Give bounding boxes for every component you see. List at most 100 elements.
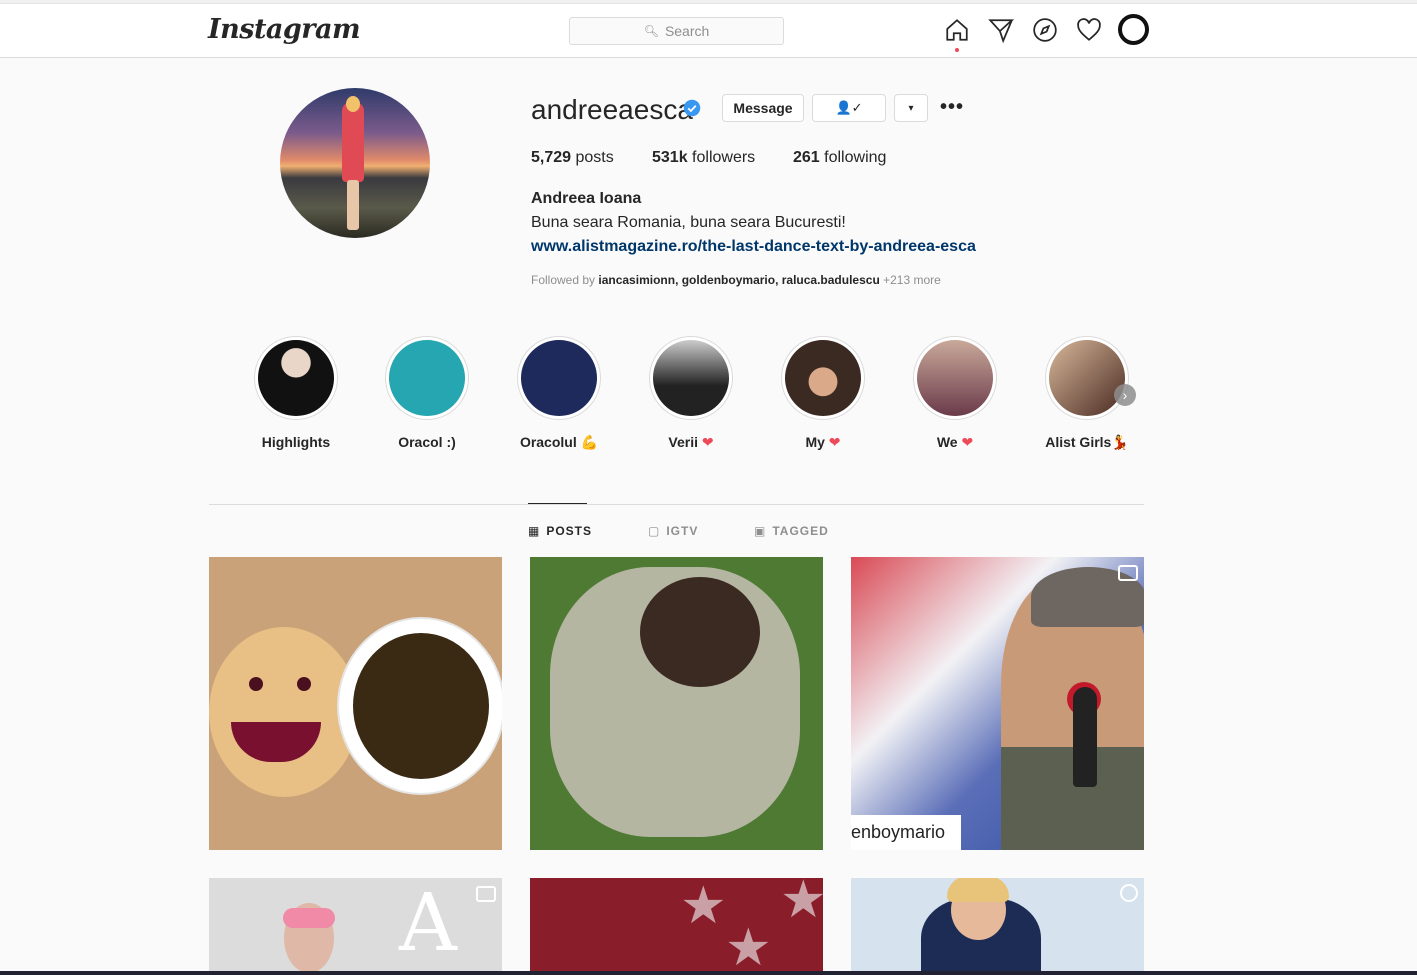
tab-posts[interactable]: ▦ POSTS: [528, 524, 592, 538]
profile-picture-figure: [342, 102, 364, 182]
post-hair-shape: [947, 878, 1009, 902]
profile-bio: Buna seara Romania, buna seara Bucuresti…: [531, 214, 846, 231]
stat-value: 261: [793, 149, 820, 166]
tab-igtv[interactable]: ▢ IGTV: [648, 524, 698, 538]
star-decoration-icon: ★: [780, 878, 823, 929]
stat-value: 531k: [652, 149, 688, 166]
highlight-label-text: Highlights: [261, 434, 331, 450]
star-decoration-icon: ★: [725, 919, 772, 975]
highlight-label-text: My: [805, 434, 825, 450]
highlight-ring: [781, 336, 865, 420]
dancer-emoji: 💃: [1111, 434, 1129, 450]
highlight-ring: [517, 336, 601, 420]
stat-posts: 5,729 posts: [531, 149, 614, 167]
message-button[interactable]: Message: [722, 94, 804, 122]
star-decoration-icon: ★: [680, 878, 727, 935]
post-thumbnail[interactable]: [851, 878, 1144, 975]
explore-icon[interactable]: [1032, 17, 1058, 43]
stat-followers[interactable]: 531k followers: [652, 149, 755, 167]
tab-label: IGTV: [666, 524, 699, 538]
highlight-cover: [653, 340, 729, 416]
post-thumbnail[interactable]: enboymario: [851, 557, 1144, 850]
highlight-item[interactable]: Verii ❤: [626, 336, 756, 451]
highlight-label-text: Alist Girls: [1045, 434, 1112, 450]
highlight-cover: [521, 340, 597, 416]
profile-picture-legs: [347, 180, 359, 230]
search-icon: 🔍︎: [643, 24, 659, 38]
heart-emoji: ❤: [701, 434, 714, 450]
stat-following[interactable]: 261 following: [793, 149, 886, 167]
highlight-cover: [785, 340, 861, 416]
post-thumbnail[interactable]: [530, 557, 823, 850]
tab-label: TAGGED: [772, 524, 829, 538]
profile-avatar-icon[interactable]: [1118, 14, 1149, 45]
highlight-item[interactable]: Highlights: [231, 336, 361, 450]
post-cookie-mouth: [231, 722, 321, 762]
highlight-ring: [913, 336, 997, 420]
highlight-label-text: Oracolul: [519, 434, 577, 450]
highlight-label-text: Oracol :): [398, 434, 456, 450]
verified-badge-icon: [683, 99, 701, 117]
following-button[interactable]: 👤✓: [812, 94, 886, 122]
highlight-ring: [385, 336, 469, 420]
video-icon: [1118, 565, 1138, 581]
search-input[interactable]: 🔍︎ Search: [569, 17, 784, 45]
highlight-label-text: We: [936, 434, 958, 450]
post-coffee-cup: [337, 617, 502, 795]
tagged-icon: ▣: [754, 524, 767, 538]
stat-label: following: [824, 149, 887, 166]
home-icon[interactable]: [944, 17, 970, 43]
highlight-cover: [389, 340, 465, 416]
post-thumbnail[interactable]: A: [209, 878, 502, 975]
highlight-label: We ❤: [890, 434, 1020, 451]
igtv-icon: ▢: [648, 524, 661, 538]
highlight-item[interactable]: Oracol :): [362, 336, 492, 450]
profile-picture[interactable]: [280, 88, 430, 238]
highlight-cover: [917, 340, 993, 416]
highlights-next-arrow-icon[interactable]: ›: [1114, 384, 1136, 406]
post-overlay-text: enboymario: [851, 815, 961, 850]
stat-value: 5,729: [531, 149, 572, 166]
direct-icon[interactable]: [988, 17, 1015, 44]
post-mask-shape: [283, 908, 335, 928]
highlight-label: Verii ❤: [626, 434, 756, 451]
post-thumbnail[interactable]: [209, 557, 502, 850]
tabs-divider: [209, 504, 1144, 505]
heart-emoji: ❤: [961, 434, 974, 450]
post-coffee: [353, 633, 489, 779]
highlight-item[interactable]: We ❤: [890, 336, 1020, 451]
highlight-item[interactable]: Oracolul 💪: [494, 336, 624, 451]
grid-icon: ▦: [528, 524, 541, 538]
followed-by-text[interactable]: Followed by iancasimionn, goldenboymario…: [531, 273, 941, 287]
search-placeholder: Search: [664, 23, 710, 39]
profile-full-name: Andreea Ioana: [531, 190, 642, 207]
carousel-icon: [476, 886, 496, 902]
highlight-label-text: Verii: [668, 434, 698, 450]
taskbar-edge: [0, 971, 1417, 975]
post-thumbnail[interactable]: ★ ★ ★: [530, 878, 823, 975]
highlight-label: Oracolul 💪: [494, 434, 624, 451]
post-overlay-letter: A: [399, 878, 457, 969]
top-nav-bar: Instagram 🔍︎ Search: [0, 4, 1417, 58]
activity-heart-icon[interactable]: [1076, 17, 1102, 43]
more-options-icon[interactable]: •••: [940, 96, 964, 119]
highlight-label: My ❤: [758, 434, 888, 451]
post-cookie-eye: [249, 677, 263, 691]
active-tab-indicator: [528, 503, 587, 504]
post-mic-body: [1073, 687, 1097, 787]
igtv-play-icon: [1120, 884, 1138, 902]
followed-by-prefix: Followed by: [531, 273, 596, 287]
highlight-ring: [1045, 336, 1129, 420]
highlight-cover: [258, 340, 334, 416]
followed-by-names: iancasimionn, goldenboymario, raluca.bad…: [598, 273, 880, 287]
tab-tagged[interactable]: ▣ TAGGED: [754, 524, 829, 538]
stat-label: posts: [575, 149, 614, 166]
suggested-dropdown-button[interactable]: ▾: [894, 94, 928, 122]
profile-username: andreeaesca: [531, 94, 693, 125]
highlight-label: Oracol :): [362, 434, 492, 450]
highlight-item[interactable]: My ❤: [758, 336, 888, 451]
profile-website-link[interactable]: www.alistmagazine.ro/the-last-dance-text…: [531, 238, 976, 256]
stat-label: followers: [692, 149, 756, 166]
tab-label: POSTS: [546, 524, 593, 538]
instagram-logo[interactable]: Instagram: [208, 14, 361, 45]
